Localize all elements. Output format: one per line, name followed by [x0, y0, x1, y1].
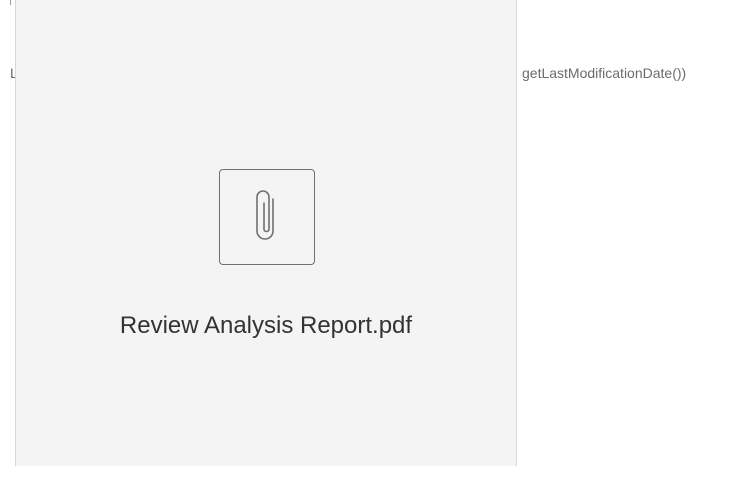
file-name-label[interactable]: Review Analysis Report.pdf — [16, 311, 516, 341]
page: L getLastModificationDate()) Review Anal… — [0, 0, 732, 494]
paperclip-icon-glyph — [256, 190, 274, 240]
background-text-right: getLastModificationDate()) — [522, 65, 687, 81]
file-preview-card[interactable]: Review Analysis Report.pdf — [15, 0, 517, 466]
top-edge-mark — [10, 0, 11, 5]
paperclip-icon[interactable] — [219, 169, 315, 265]
